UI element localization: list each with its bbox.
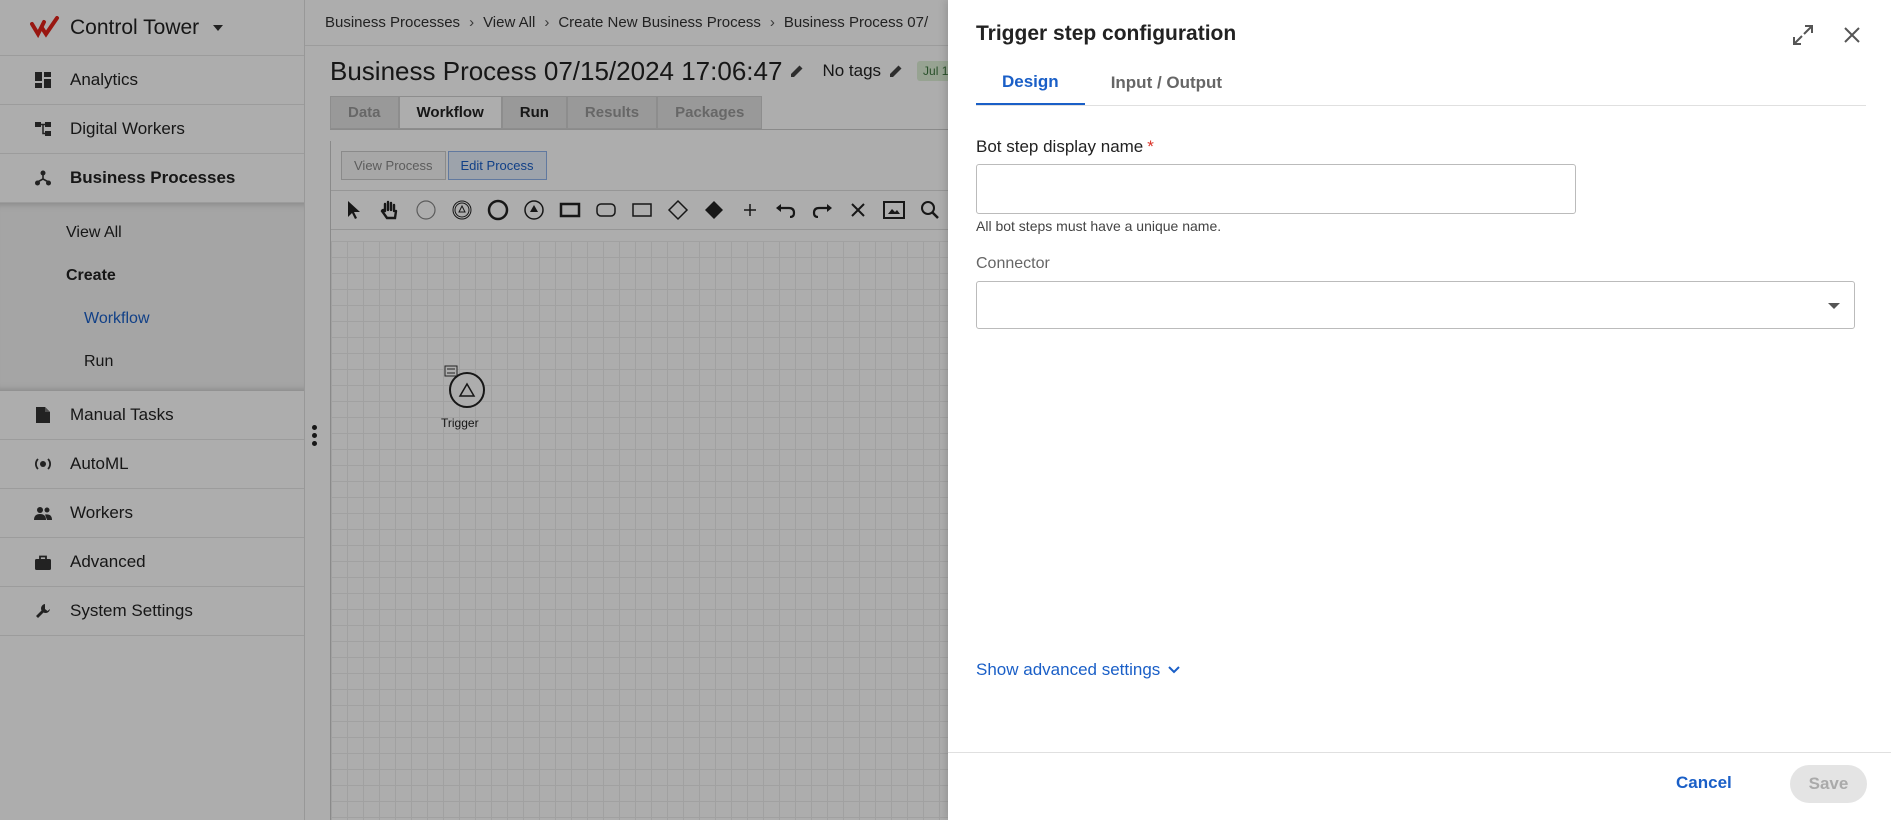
show-advanced-settings-link[interactable]: Show advanced settings <box>976 660 1181 680</box>
tab-design[interactable]: Design <box>976 60 1085 105</box>
save-button[interactable]: Save <box>1790 765 1867 803</box>
advanced-label: Show advanced settings <box>976 660 1161 679</box>
bot-step-name-label: Bot step display name * <box>976 137 1154 157</box>
bot-step-name-input[interactable] <box>976 164 1576 214</box>
chevron-down-icon <box>1168 666 1181 674</box>
dropdown-arrow-icon <box>1828 303 1840 309</box>
connector-label: Connector <box>976 255 1050 272</box>
tab-input-output[interactable]: Input / Output <box>1085 60 1248 105</box>
required-marker: * <box>1147 137 1154 156</box>
close-icon[interactable] <box>1839 22 1865 48</box>
label-text: Bot step display name <box>976 137 1144 156</box>
expand-icon[interactable] <box>1790 22 1816 48</box>
drawer-title: Trigger step configuration <box>976 22 1237 45</box>
cancel-button[interactable]: Cancel <box>1676 773 1732 793</box>
drawer-tabs: Design Input / Output <box>976 60 1866 106</box>
drawer-footer: Cancel Save <box>948 752 1891 820</box>
trigger-config-drawer: Trigger step configuration Design Input … <box>948 0 1891 820</box>
connector-select[interactable] <box>976 281 1855 329</box>
modal-backdrop[interactable] <box>0 0 948 820</box>
bot-step-name-hint: All bot steps must have a unique name. <box>976 218 1222 234</box>
